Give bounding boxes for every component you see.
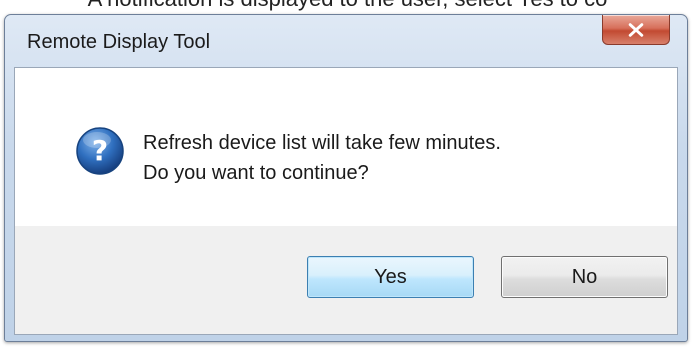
no-button[interactable]: No — [501, 256, 668, 298]
dialog-window: Remote Display Tool ? Refresh device lis… — [4, 14, 688, 342]
message-line: Refresh device list will take few minute… — [143, 132, 501, 154]
message-line: Do you want to continue? — [143, 162, 369, 184]
dialog-content: ? Refresh device list will take few minu… — [14, 67, 678, 335]
dialog-title: Remote Display Tool — [27, 31, 211, 53]
question-icon: ? — [76, 127, 124, 175]
yes-button[interactable]: Yes — [307, 256, 474, 298]
message-area: ? Refresh device list will take few minu… — [15, 68, 677, 226]
close-icon — [628, 23, 644, 37]
screenshot-canvas: A notification is displayed to the user,… — [0, 0, 695, 349]
document-caption-text: A notification is displayed to the user,… — [0, 0, 695, 12]
svg-text:?: ? — [92, 134, 108, 167]
dialog-titlebar[interactable]: Remote Display Tool — [5, 15, 687, 67]
close-button[interactable] — [602, 15, 670, 45]
